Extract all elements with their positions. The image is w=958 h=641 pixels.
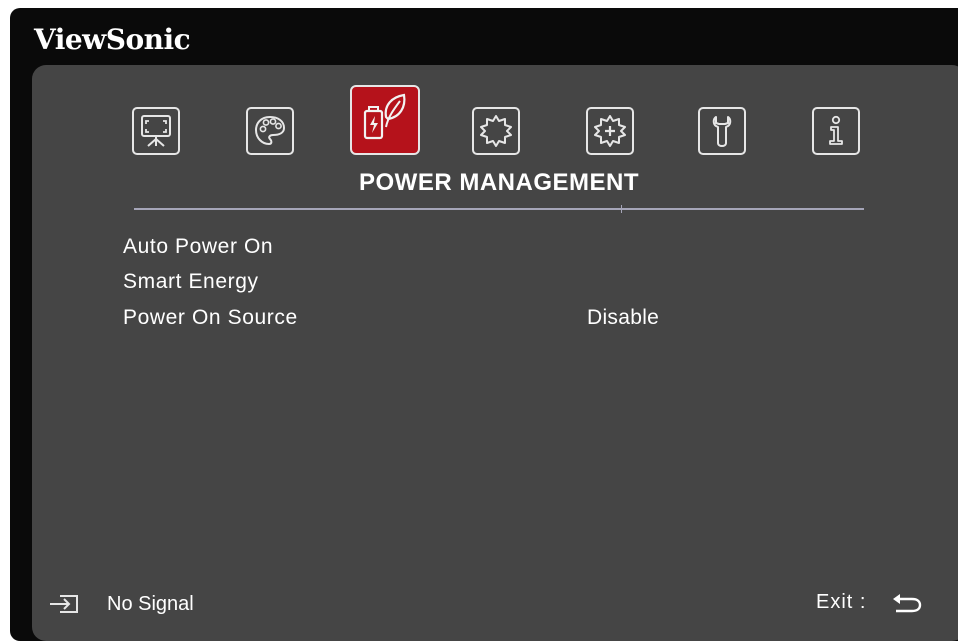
tab-advanced[interactable] <box>586 107 634 155</box>
tab-picture[interactable] <box>246 107 294 155</box>
tab-display[interactable] <box>132 107 180 155</box>
palette-icon <box>254 115 286 146</box>
page-title: POWER MANAGEMENT <box>359 169 639 196</box>
information-icon <box>829 115 843 145</box>
tab-basic[interactable] <box>472 107 520 155</box>
brand-logo: ViewSonic <box>34 23 191 56</box>
system-icon <box>712 116 732 147</box>
display-icon <box>141 115 171 147</box>
back-arrow-icon[interactable] <box>890 591 924 617</box>
title-divider <box>134 208 864 210</box>
input-source-icon <box>50 595 78 613</box>
tab-information[interactable] <box>812 107 860 155</box>
power-on-source-value: Disable <box>587 306 660 329</box>
menu-item-power-on-source[interactable]: Power On Source <box>123 306 298 330</box>
menu-panel: POWER MANAGEMENT Auto Power On Smart Ene… <box>32 65 958 641</box>
tab-power-management[interactable] <box>350 85 420 155</box>
signal-status: No Signal <box>107 593 194 615</box>
exit-label[interactable]: Exit : <box>816 591 866 614</box>
osd-frame: ViewSonic POWER MANAGEMENT Auto Power On… <box>10 8 958 641</box>
basic-settings-icon <box>480 115 512 147</box>
menu-item-smart-energy[interactable]: Smart Energy <box>123 270 259 294</box>
advanced-settings-icon <box>594 115 626 147</box>
divider-notch <box>621 205 622 213</box>
tab-system[interactable] <box>698 107 746 155</box>
power-management-icon <box>363 93 406 140</box>
menu-item-auto-power-on[interactable]: Auto Power On <box>123 235 273 259</box>
